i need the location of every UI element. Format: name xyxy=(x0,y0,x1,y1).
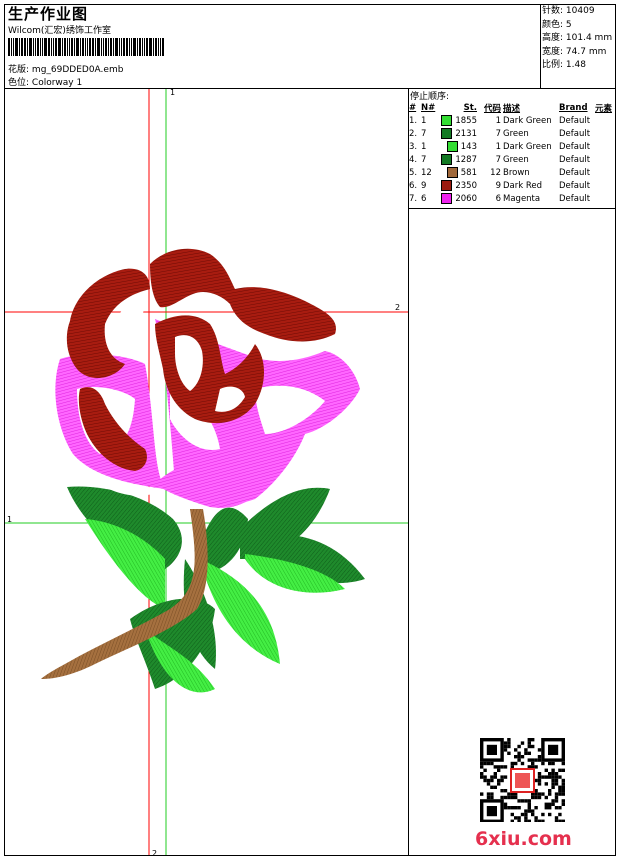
cell-brand: Default xyxy=(559,193,591,204)
guide-label-h1: 1 xyxy=(7,515,12,524)
stitch-count: 2060 xyxy=(455,194,477,204)
cell-idx: 3. xyxy=(409,141,418,152)
cell-code: 6 xyxy=(495,193,501,204)
cell-n: 9 xyxy=(421,180,427,191)
stitch-count: 2350 xyxy=(455,181,477,191)
table-divider xyxy=(408,208,616,209)
stat-scale: 比例: 1.48 xyxy=(542,60,586,70)
barcode xyxy=(8,38,184,56)
embroidery-design: 1 2 1 2 xyxy=(5,89,408,855)
cell-code: 7 xyxy=(495,154,501,165)
table-row: 6. 9 2350 9 Dark Red Default xyxy=(408,179,613,192)
logo-main: 6xiu xyxy=(475,828,521,850)
col-code: 代码 xyxy=(483,103,501,114)
colorway-name: Colorway 1 xyxy=(31,78,83,88)
cell-code: 1 xyxy=(495,141,501,152)
color-swatch xyxy=(441,115,453,126)
cell-n: 1 xyxy=(421,115,427,126)
cell-brand: Default xyxy=(559,180,591,191)
col-idx: # xyxy=(409,102,417,113)
guide-label-v1: 1 xyxy=(170,89,175,97)
cell-code: 12 xyxy=(490,167,501,178)
page-title: 生产作业图 xyxy=(8,5,89,23)
cell-idx: 1. xyxy=(409,115,418,126)
col-needle: N# xyxy=(421,102,436,113)
stitch-count: 1287 xyxy=(455,155,477,165)
cell-brand: Default xyxy=(559,154,591,165)
stats-divider xyxy=(540,4,541,88)
cell-desc: Dark Red xyxy=(503,180,543,191)
stat-width: 宽度: 74.7 mm xyxy=(542,46,607,57)
cell-brand: Default xyxy=(559,115,591,126)
stitch-count: 1855 xyxy=(455,116,477,126)
company-name: Wilcom(汇宏)绣饰工作室 xyxy=(8,26,111,36)
stat-height: 高度: 101.4 mm xyxy=(542,33,613,43)
stop-sequence-table: # N# St. 代码 描述 Brand 元素 1. 1 1855 1 Dark Gre… xyxy=(408,101,613,205)
cell-idx: 7. xyxy=(409,193,418,204)
cell-n: 6 xyxy=(421,193,427,204)
color-swatch xyxy=(441,128,453,139)
cell-n: 7 xyxy=(421,154,427,165)
table-row: 5. 12 581 12 Brown Default xyxy=(408,166,613,179)
guide-label-h2: 2 xyxy=(395,303,400,312)
col-element: 元素 xyxy=(595,103,613,114)
table-header-row: # N# St. 代码 描述 Brand 元素 xyxy=(408,101,613,114)
design-file-name: mg_69DDED0A.emb xyxy=(31,65,124,75)
cell-desc: Magenta xyxy=(503,193,541,204)
cell-idx: 5. xyxy=(409,167,418,178)
col-brand: Brand xyxy=(559,102,588,113)
col-stitches: St. xyxy=(463,102,477,113)
cell-desc: Dark Green xyxy=(503,115,552,126)
cell-element xyxy=(594,127,613,140)
guide-label-v2: 2 xyxy=(152,849,157,855)
cell-code: 9 xyxy=(495,180,501,191)
cell-code: 7 xyxy=(495,128,501,139)
design-file-row: 花版: mg_69DDED0A.emb xyxy=(8,62,123,75)
table-row: 2. 7 2131 7 Green Default xyxy=(408,127,613,140)
cell-desc: Green xyxy=(503,154,529,165)
colorway-row: 色位: Colorway 1 xyxy=(8,75,82,88)
cell-element xyxy=(594,166,613,179)
color-swatch xyxy=(441,180,453,191)
color-swatch xyxy=(446,141,458,152)
cell-element xyxy=(594,179,613,192)
stitch-count: 143 xyxy=(460,142,477,152)
logo-suffix: .com xyxy=(520,828,572,850)
cell-desc: Dark Green xyxy=(503,141,552,152)
cell-element xyxy=(594,114,613,127)
table-row: 4. 7 1287 7 Green Default xyxy=(408,153,613,166)
color-swatch xyxy=(441,193,453,204)
cell-n: 7 xyxy=(421,128,427,139)
table-row: 7. 6 2060 6 Magenta Default xyxy=(408,192,613,205)
cell-brand: Default xyxy=(559,167,591,178)
cell-brand: Default xyxy=(559,141,591,152)
cell-desc: Brown xyxy=(503,167,530,178)
cell-idx: 2. xyxy=(409,128,418,139)
cell-code: 1 xyxy=(495,115,501,126)
color-swatch xyxy=(441,154,453,165)
cell-n: 12 xyxy=(421,167,432,178)
cell-brand: Default xyxy=(559,128,591,139)
cell-idx: 4. xyxy=(409,154,418,165)
cell-idx: 6. xyxy=(409,180,418,191)
cell-element xyxy=(594,140,613,153)
stat-colors: 颜色: 5 xyxy=(542,19,572,30)
stat-stitches: 针数: 10409 xyxy=(542,6,595,16)
cell-n: 1 xyxy=(421,141,427,152)
color-swatch xyxy=(446,167,458,178)
design-stats: 针数: 10409 颜色: 5 高度: 101.4 mm 宽度: 74.7 mm… xyxy=(542,5,612,73)
cell-element xyxy=(594,192,613,205)
cell-element xyxy=(594,153,613,166)
cell-desc: Green xyxy=(503,128,529,139)
leaves xyxy=(67,486,365,693)
col-desc: 描述 xyxy=(503,103,521,114)
colorway-label: 色位: xyxy=(8,78,30,88)
qr-code[interactable] xyxy=(480,738,566,822)
stitch-count: 2131 xyxy=(455,129,477,139)
table-row: 3. 1 143 1 Dark Green Default xyxy=(408,140,613,153)
design-file-label: 花版: xyxy=(8,65,30,75)
site-logo[interactable]: 6xiu.com xyxy=(475,828,572,850)
table-row: 1. 1 1855 1 Dark Green Default xyxy=(408,114,613,127)
stitch-count: 581 xyxy=(460,168,477,178)
